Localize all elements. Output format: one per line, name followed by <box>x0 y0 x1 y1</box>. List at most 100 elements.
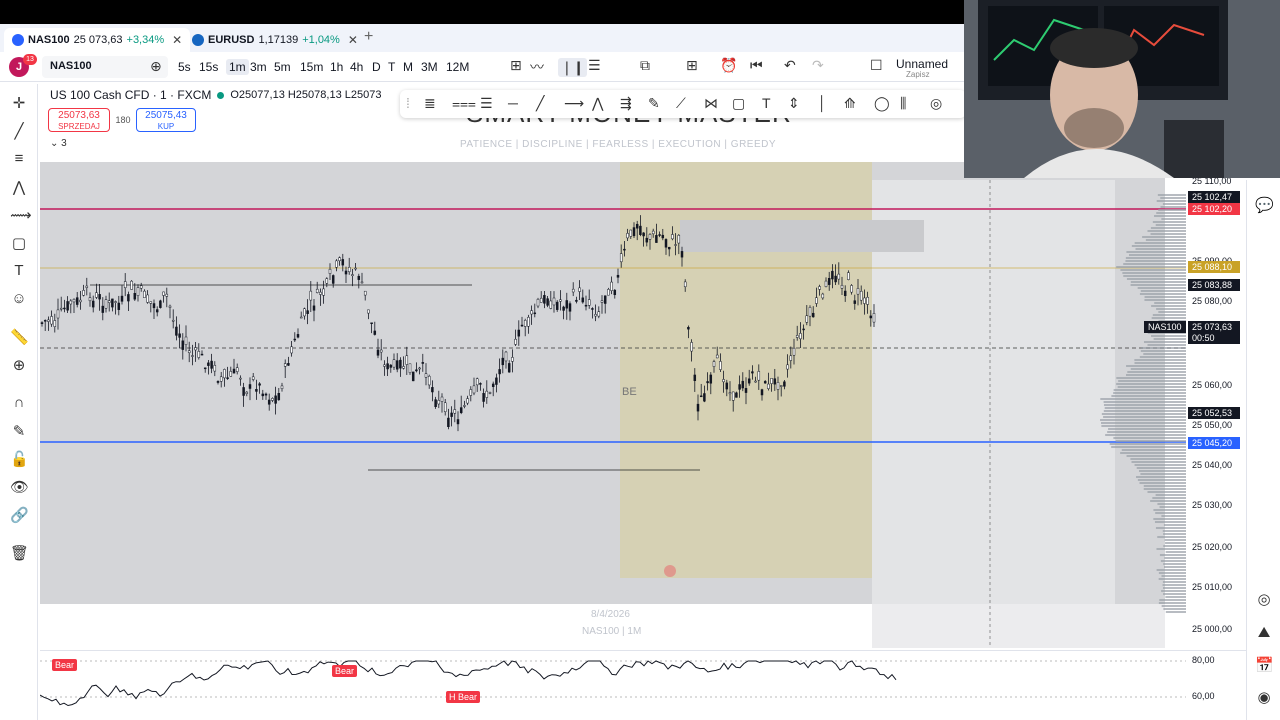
watermark-subtitle: PATIENCE | DISCIPLINE | FEARLESS | EXECU… <box>460 139 777 150</box>
interval-5m[interactable]: 5m <box>274 60 291 74</box>
templates-icon[interactable]: ⧉ <box>640 57 650 74</box>
tab-nas100[interactable]: NAS100 25 073,63 +3,34% ✕ <box>4 28 191 52</box>
broadcast-icon[interactable]: ◉ <box>1255 688 1273 706</box>
fib-retrace-icon[interactable]: ☰ <box>480 95 493 112</box>
save-label[interactable]: Zapisz <box>906 70 930 79</box>
eye-icon[interactable]: 👁 <box>10 478 29 496</box>
chat-icon[interactable]: 💬 <box>1255 196 1274 214</box>
hray-icon[interactable]: ⟶ <box>564 95 584 112</box>
add-symbol-icon[interactable]: ⊕ <box>150 58 162 75</box>
arrow-icon[interactable]: ⟰ <box>844 95 856 112</box>
brush-icon[interactable]: ✎ <box>648 95 660 112</box>
close-icon[interactable]: ✕ <box>172 33 182 47</box>
layout-icon[interactable]: ⊞ <box>686 57 698 74</box>
price-tag: 00:50 <box>1188 332 1240 344</box>
tab-eurusd[interactable]: EURUSD 1,17139 +1,04% ✕ <box>184 28 366 52</box>
buy-button[interactable]: 25075,43 KUP <box>136 108 196 132</box>
fib-icon[interactable]: ≡ <box>10 150 28 167</box>
crosshair-icon[interactable]: ✛ <box>10 94 28 112</box>
magnet-icon[interactable]: ∩ <box>10 394 28 411</box>
trendline-icon[interactable]: ╱ <box>10 122 28 140</box>
undo-icon[interactable]: ↶ <box>784 57 796 74</box>
pitchfork-icon[interactable]: ⩶ <box>452 95 476 112</box>
trash-icon[interactable]: 🗑 <box>10 544 29 562</box>
channel-icon[interactable]: ≣ <box>424 95 436 112</box>
drawing-toolbar: ⁞ ≣ ⩶ ☰ ─ ╱ ⟶ ⋀ ⇶ ✎ ⟋ ⋈ ▢ T ⇕ │ ⟰ ◯ ⫼ ◎ <box>400 90 966 118</box>
interval-T[interactable]: T <box>388 60 395 74</box>
interval-1m[interactable]: 1m <box>226 59 249 75</box>
forecast-icon[interactable]: ⟿ <box>10 206 32 224</box>
signpost-icon[interactable]: ⇶ <box>620 95 632 112</box>
lock-icon[interactable]: 🔓 <box>10 450 29 468</box>
alert-icon[interactable]: ⏰ <box>720 57 737 74</box>
drag-handle-icon[interactable]: ⁞ <box>406 95 410 111</box>
lower-box <box>872 604 1165 648</box>
tab-symbol: EURUSD <box>208 34 255 46</box>
ruler-icon[interactable]: 📏 <box>10 328 29 346</box>
target-icon[interactable]: ◎ <box>930 95 942 112</box>
tab-logo-icon <box>192 34 204 46</box>
interval-5s[interactable]: 5s <box>178 60 191 74</box>
text-tool-icon[interactable]: T <box>762 95 771 111</box>
buy-label: KUP <box>157 122 175 131</box>
interval-4h[interactable]: 4h <box>350 60 363 74</box>
indicator-count[interactable]: ⌄ 3 <box>50 138 67 149</box>
layout-name[interactable]: Unnamed <box>896 57 948 71</box>
interval-D[interactable]: D <box>372 60 381 74</box>
pencil-lock-icon[interactable]: ✎ <box>10 422 28 440</box>
price-label: 25 040,00 <box>1192 460 1233 470</box>
callout-icon[interactable]: ◯ <box>874 95 890 112</box>
target-icon[interactable]: ◎ <box>1255 590 1273 608</box>
interval-1h[interactable]: 1h <box>330 60 343 74</box>
add-tab-icon[interactable]: + <box>364 28 373 46</box>
ideas-icon[interactable]: ⛰ <box>1255 624 1273 641</box>
sell-label: SPRZEDAJ <box>58 122 100 131</box>
price-label: 25 010,00 <box>1192 582 1233 592</box>
interval-M[interactable]: M <box>403 60 413 74</box>
ray-icon[interactable]: ╱ <box>536 95 544 112</box>
emoji-icon[interactable]: ☺ <box>10 290 28 307</box>
compare-icon[interactable]: ⊞ <box>510 57 522 74</box>
path-icon[interactable]: ⋀ <box>592 95 603 112</box>
candles-icon[interactable]: ❘❙ <box>558 58 588 77</box>
link-icon[interactable]: 🔗 <box>10 506 29 524</box>
price-label: 25 020,00 <box>1192 542 1233 552</box>
oscillator-axis: 80,00 60,00 <box>1186 650 1246 720</box>
indicators-icon[interactable]: ☰ <box>588 57 601 74</box>
pattern-icon[interactable]: ⋀ <box>10 178 28 196</box>
shape-icon[interactable]: ▢ <box>10 234 28 252</box>
interval-3M[interactable]: 3M <box>421 60 438 74</box>
vline-icon[interactable]: │ <box>818 95 827 111</box>
interval-15s[interactable]: 15s <box>199 60 218 74</box>
interval-3m[interactable]: 3m <box>250 60 267 74</box>
close-icon[interactable]: ✕ <box>348 33 358 47</box>
calendar-icon[interactable]: 📅 <box>1255 656 1274 674</box>
sell-button[interactable]: 25073,63 SPRZEDAJ <box>48 108 110 132</box>
legend-title[interactable]: US 100 Cash CFD · 1 · FXCM <box>50 88 211 102</box>
rectangle-icon[interactable]: ▢ <box>732 95 745 112</box>
webcam-image <box>964 0 1280 178</box>
left-toolbar: ✛ ╱ ≡ ⋀ ⟿ ▢ T ☺ 📏 ⊕ ∩ ✎ 🔓 👁 🔗 🗑 <box>0 84 38 720</box>
replay-icon[interactable]: ⏮ <box>750 57 763 74</box>
volume-profile-icon[interactable]: ⫼ <box>900 95 906 112</box>
price-label: 25 060,00 <box>1192 380 1233 390</box>
xabcd-icon[interactable]: ⋈ <box>704 95 718 112</box>
interval-12M[interactable]: 12M <box>446 60 469 74</box>
line-chart-icon[interactable]: 〰 <box>530 57 544 77</box>
zoom-icon[interactable]: ⊕ <box>10 356 28 374</box>
price-range-icon[interactable]: ⇕ <box>788 95 800 112</box>
price-tag: 25 083,88 <box>1188 279 1240 291</box>
highlighter-icon[interactable]: ⟋ <box>676 95 686 112</box>
layout-box-icon[interactable]: ☐ <box>870 57 883 74</box>
marker-dot <box>664 565 676 577</box>
text-icon[interactable]: T <box>10 262 28 279</box>
redo-icon[interactable]: ↷ <box>812 57 824 74</box>
tab-logo-icon <box>12 34 24 46</box>
watermark-date: 8/4/2026 <box>591 609 630 620</box>
zone-box <box>680 220 924 252</box>
osc-axis-label: 80,00 <box>1192 655 1215 665</box>
hline-icon[interactable]: ─ <box>508 95 518 111</box>
buy-price: 25075,43 <box>145 110 187 121</box>
price-tag: 25 088,10 <box>1188 261 1240 273</box>
interval-15m[interactable]: 15m <box>300 60 323 74</box>
